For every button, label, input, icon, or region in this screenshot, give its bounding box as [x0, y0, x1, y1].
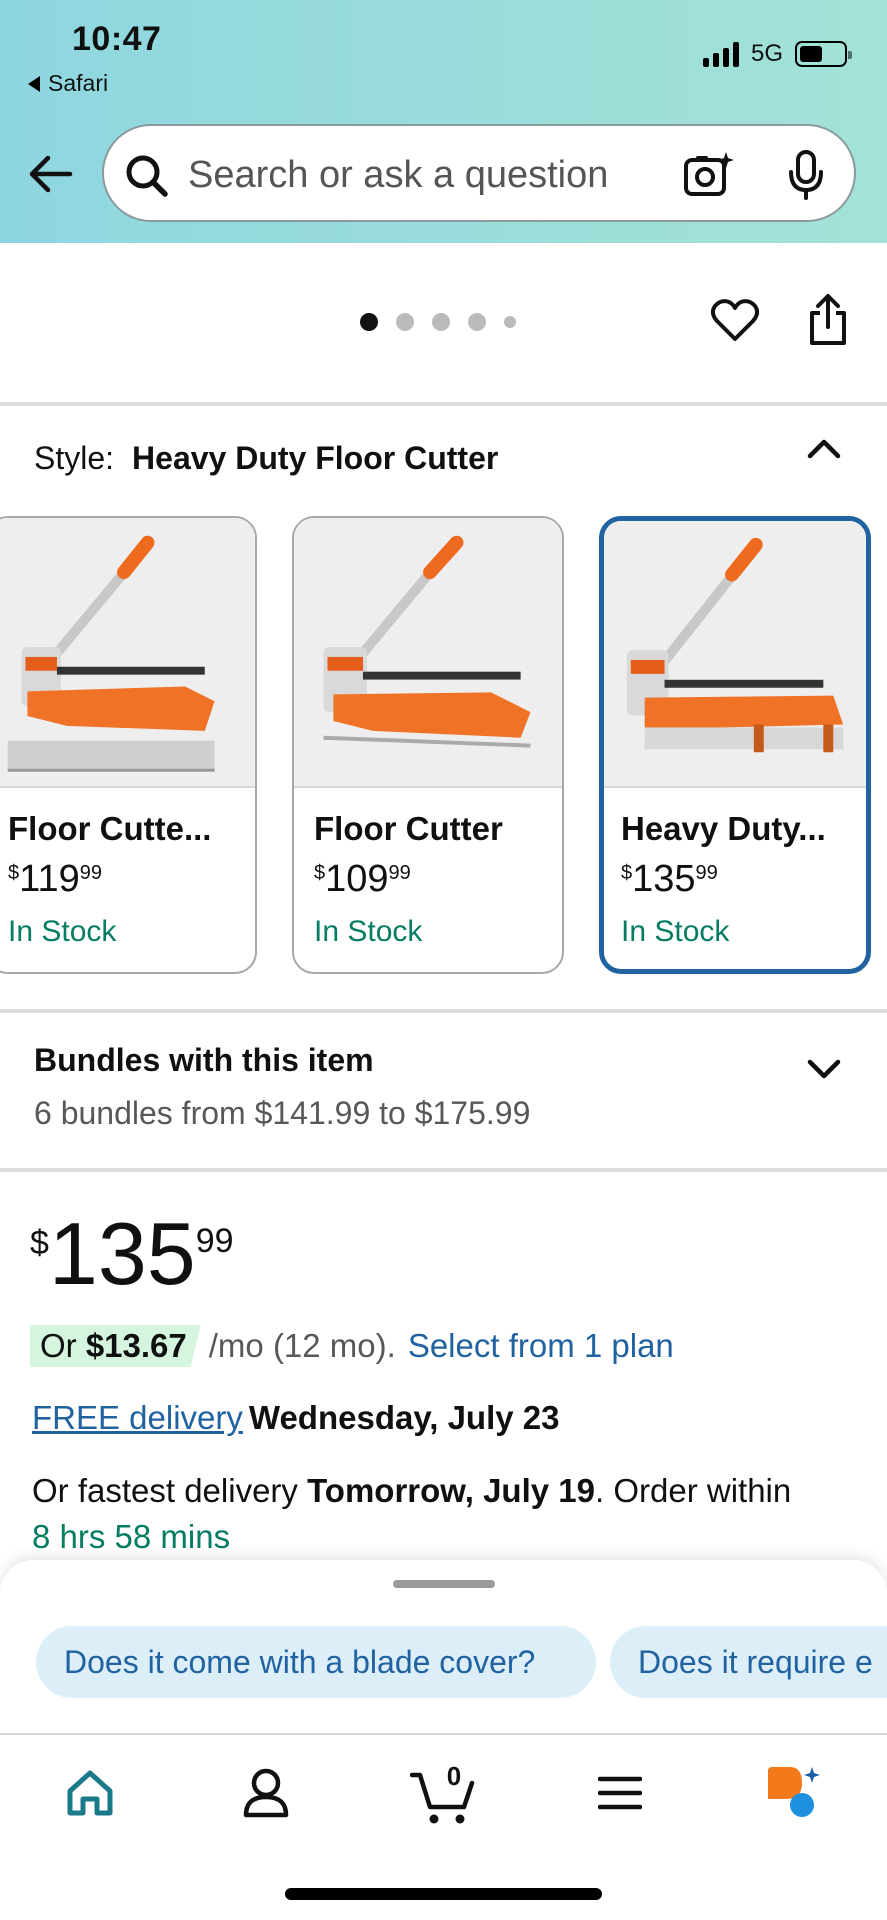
home-indicator — [285, 1888, 602, 1900]
network-label: 5G — [750, 40, 783, 67]
delivery-date: Wednesday, July 23 — [248, 1399, 560, 1436]
floor-cutter-image — [294, 518, 562, 786]
product-thumbnail — [0, 518, 255, 788]
product-price: $13599 — [30, 1204, 234, 1303]
home-icon[interactable] — [62, 1765, 118, 1821]
divider — [0, 1009, 887, 1013]
chevron-up-icon[interactable] — [804, 432, 844, 466]
back-arrow-icon[interactable] — [26, 148, 74, 196]
battery-icon — [795, 41, 852, 67]
style-label: Style: — [34, 440, 115, 476]
signal-icon — [702, 41, 739, 67]
order-countdown: 8 hrs 58 mins — [32, 1518, 231, 1555]
divider — [0, 1168, 887, 1172]
style-option-price: $10999 — [314, 858, 411, 900]
camera-search-icon[interactable] — [682, 150, 734, 200]
style-option-name: Heavy Duty... — [621, 810, 826, 847]
search-input[interactable]: Search or ask a question — [188, 154, 608, 197]
rufus-assistant-icon[interactable] — [764, 1765, 826, 1821]
share-icon[interactable] — [806, 293, 850, 347]
divider — [0, 402, 887, 406]
bundles-title[interactable]: Bundles with this item — [34, 1042, 374, 1079]
suggestions-sheet: Does it come with a blade cover? Does it… — [0, 1560, 887, 1735]
sheet-drag-handle[interactable] — [393, 1580, 495, 1588]
image-carousel-dots[interactable] — [360, 313, 516, 331]
product-thumbnail — [294, 518, 562, 788]
style-option-name: Floor Cutte... — [8, 810, 212, 847]
carousel-dot[interactable] — [360, 313, 378, 331]
account-icon[interactable] — [240, 1765, 292, 1821]
header: 10:47 Safari 5G Search or ask a question — [0, 0, 887, 243]
fastest-delivery-date: Tomorrow, July 19 — [307, 1472, 595, 1509]
style-option-card[interactable]: Floor Cutter $10999 In Stock — [292, 516, 564, 974]
search-icon — [126, 155, 168, 197]
style-option-price: $11999 — [8, 858, 102, 900]
cart-icon — [410, 1772, 475, 1824]
fastest-delivery-line: Or fastest delivery Tomorrow, July 19. O… — [32, 1472, 792, 1509]
floor-cutter-image — [0, 518, 255, 786]
style-option-name: Floor Cutter — [314, 810, 503, 847]
status-indicators: 5G — [702, 40, 852, 68]
delivery-line: FREE delivery Wednesday, July 23 — [32, 1399, 559, 1437]
back-app-label: Safari — [48, 70, 109, 96]
carousel-dot[interactable] — [504, 316, 516, 328]
menu-icon[interactable] — [598, 1775, 642, 1811]
cart-button[interactable]: 0 — [410, 1761, 476, 1827]
free-delivery-link[interactable]: FREE delivery — [32, 1399, 243, 1436]
stock-status: In Stock — [621, 915, 730, 948]
style-option-card[interactable]: Floor Cutte... $11999 In Stock — [0, 516, 257, 974]
monthly-payment-badge: Or $13.67 — [30, 1325, 201, 1367]
carousel-dot[interactable] — [396, 313, 414, 331]
stock-status: In Stock — [314, 915, 423, 948]
carousel-dot[interactable] — [432, 313, 450, 331]
financing-terms: /mo (12 mo). — [208, 1327, 396, 1364]
financing-line: Or $13.67 /mo (12 mo). Select from 1 pla… — [30, 1325, 674, 1367]
back-to-app-link[interactable]: Safari — [28, 70, 108, 97]
style-value: Heavy Duty Floor Cutter — [132, 440, 499, 476]
product-thumbnail — [604, 521, 866, 788]
back-triangle-icon — [28, 75, 40, 92]
suggestion-chip[interactable]: Does it require e — [610, 1626, 887, 1698]
style-selector-header[interactable]: Style: Heavy Duty Floor Cutter — [34, 440, 498, 477]
style-option-card-selected[interactable]: Heavy Duty... $13599 In Stock — [599, 516, 871, 974]
status-time: 10:47 — [72, 20, 162, 58]
select-plan-link[interactable]: Select from 1 plan — [408, 1327, 674, 1365]
search-bar[interactable]: Search or ask a question — [102, 124, 856, 222]
microphone-icon[interactable] — [786, 148, 826, 202]
floor-cutter-image — [604, 521, 866, 786]
chevron-down-icon[interactable] — [804, 1052, 844, 1086]
bundles-subtitle: 6 bundles from $141.99 to $175.99 — [34, 1095, 531, 1131]
carousel-dot[interactable] — [468, 313, 486, 331]
stock-status: In Stock — [8, 915, 117, 948]
suggestion-chip[interactable]: Does it come with a blade cover? — [36, 1626, 596, 1698]
style-option-price: $13599 — [621, 858, 718, 900]
heart-icon[interactable] — [710, 297, 760, 343]
